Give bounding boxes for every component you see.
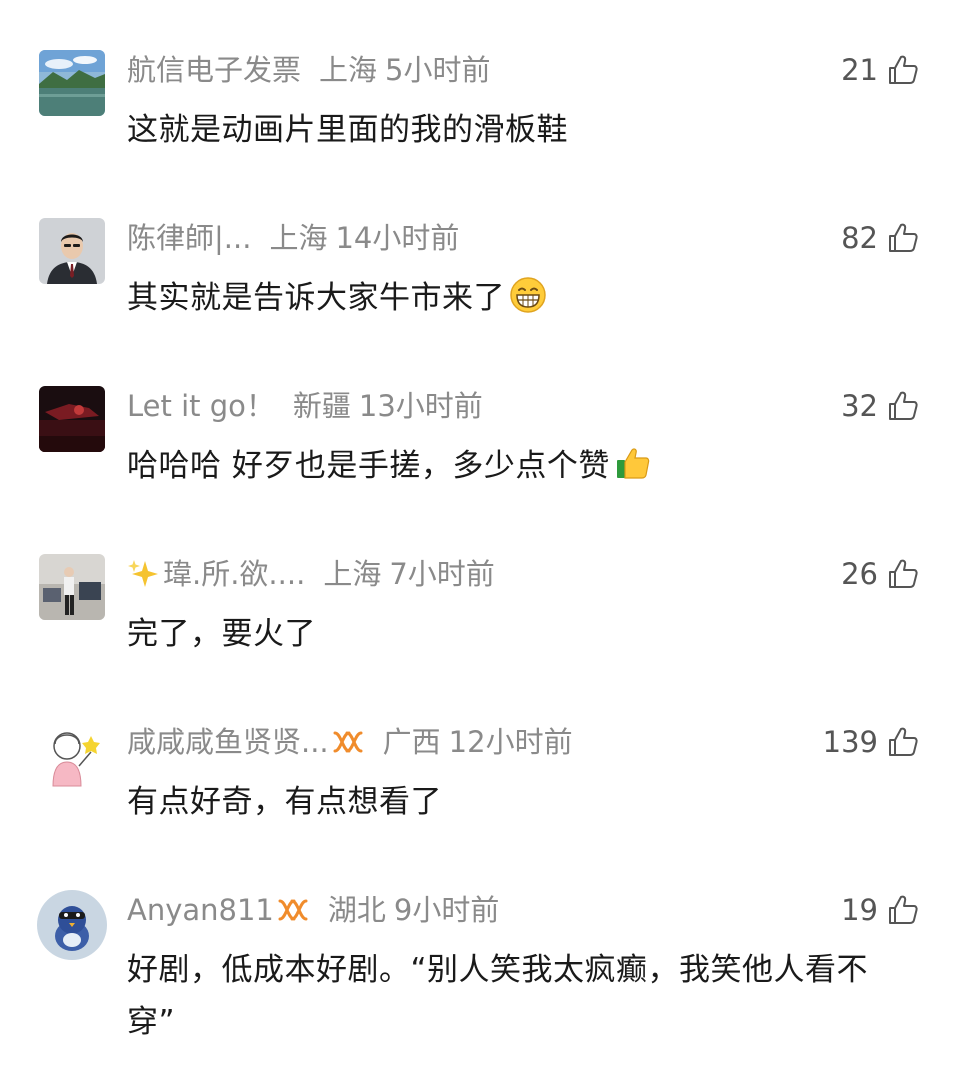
comment-text: 好剧，低成本好剧。“别人笑我太疯癫，我笑他人看不穿” — [127, 944, 907, 1048]
comment-item: 陈律師|... 上海 14小时前 其实就是告诉大家牛市来了 82 — [0, 216, 960, 336]
thumbs-up-icon — [889, 391, 918, 420]
person-standing-avatar-icon — [39, 554, 105, 620]
like-count: 19 — [841, 893, 878, 927]
like-button[interactable]: 19 — [841, 888, 920, 932]
user-avatar[interactable] — [39, 218, 105, 284]
comment-body: 哈哈哈 好歹也是手搓，多少点个赞 — [127, 448, 610, 484]
comment-item: 航信电子发票 上海 5小时前 这就是动画片里面的我的滑板鞋 21 — [0, 48, 960, 168]
username[interactable]: 陈律師|... — [127, 216, 251, 260]
user-avatar[interactable] — [37, 890, 107, 960]
timestamp: 13小时前 — [358, 389, 483, 423]
thumbs-up-icon — [889, 727, 918, 756]
location: 上海 — [323, 557, 382, 591]
timestamp: 7小时前 — [389, 557, 495, 591]
orange-loop-badge-icon — [333, 731, 363, 753]
thumbs-up-icon — [889, 895, 918, 924]
like-count: 32 — [841, 389, 878, 423]
comment-text: 哈哈哈 好歹也是手搓，多少点个赞 — [127, 440, 917, 492]
grinning-face-emoji-icon — [510, 277, 546, 313]
comment-body: 完了，要火了 — [127, 616, 316, 652]
location: 湖北 — [327, 893, 386, 927]
thumbs-up-icon — [889, 55, 918, 84]
comment-meta: Let it go！ 新疆 13小时前 — [127, 384, 483, 428]
landscape-lake-avatar-icon — [39, 50, 105, 116]
comment-item: Let it go！ 新疆 13小时前 哈哈哈 好歹也是手搓，多少点个赞 32 — [0, 384, 960, 504]
blue-bird-avatar-icon — [37, 890, 107, 960]
timestamp: 9小时前 — [393, 893, 500, 927]
user-avatar[interactable] — [39, 50, 105, 116]
like-count: 82 — [841, 221, 878, 255]
comment-item: 瑋.所.欲.... 上海 7小时前 完了，要火了 26 — [0, 552, 960, 672]
user-avatar[interactable] — [39, 386, 105, 452]
location: 广西 — [382, 725, 441, 759]
timestamp: 14小时前 — [335, 221, 460, 255]
comment-body: 这就是动画片里面的我的滑板鞋 — [127, 112, 568, 148]
comment-meta: Anyan811 湖北 9小时前 — [127, 888, 499, 932]
comment-text: 这就是动画片里面的我的滑板鞋 — [127, 104, 917, 156]
like-count: 26 — [841, 557, 878, 591]
sparkles-icon — [128, 560, 158, 587]
user-avatar[interactable] — [39, 722, 105, 788]
comment-item: 咸咸咸鱼贤贤... 广西 12小时前 有点好奇，有点想看了 139 — [0, 720, 960, 840]
comment-text: 完了，要火了 — [127, 608, 917, 660]
comment-item: Anyan811 湖北 9小时前 好剧，低成本好剧。“别人笑我太疯癫，我笑他人看… — [0, 888, 960, 1058]
comment-meta: 咸咸咸鱼贤贤... 广西 12小时前 — [127, 720, 573, 764]
dark-red-avatar-icon — [39, 386, 105, 452]
orange-loop-badge-icon — [278, 899, 308, 921]
like-count: 139 — [822, 725, 878, 759]
like-count: 21 — [841, 53, 878, 87]
comment-body: 好剧，低成本好剧。“别人笑我太疯癫，我笑他人看不穿” — [127, 952, 869, 1040]
thumbs-up-emoji-icon — [616, 448, 650, 479]
man-in-suit-avatar-icon — [39, 218, 105, 284]
comment-body: 有点好奇，有点想看了 — [127, 784, 442, 820]
username[interactable]: 瑋.所.欲.... — [163, 552, 305, 596]
timestamp: 12小时前 — [448, 725, 573, 759]
comment-meta: 陈律師|... 上海 14小时前 — [127, 216, 459, 260]
username[interactable]: Anyan811 — [127, 888, 274, 932]
timestamp: 5小时前 — [385, 53, 491, 87]
username[interactable]: Let it go！ — [127, 384, 275, 428]
comment-body: 其实就是告诉大家牛市来了 — [127, 280, 505, 316]
comment-meta: 航信电子发票 上海 5小时前 — [127, 48, 490, 92]
user-avatar[interactable] — [39, 554, 105, 620]
comment-text: 有点好奇，有点想看了 — [127, 776, 917, 828]
location: 新疆 — [292, 389, 351, 423]
location: 上海 — [319, 53, 378, 87]
thumbs-up-icon — [889, 223, 918, 252]
like-button[interactable]: 21 — [841, 48, 920, 92]
like-button[interactable]: 32 — [841, 384, 920, 428]
comment-meta: 瑋.所.欲.... 上海 7小时前 — [127, 552, 495, 596]
cartoon-girl-avatar-icon — [39, 722, 105, 788]
username[interactable]: 航信电子发票 — [127, 48, 301, 92]
like-button[interactable]: 26 — [841, 552, 920, 596]
thumbs-up-icon — [889, 559, 918, 588]
comment-text: 其实就是告诉大家牛市来了 — [127, 272, 917, 324]
location: 上海 — [269, 221, 328, 255]
like-button[interactable]: 82 — [841, 216, 920, 260]
username[interactable]: 咸咸咸鱼贤贤... — [127, 720, 329, 764]
like-button[interactable]: 139 — [823, 720, 920, 764]
